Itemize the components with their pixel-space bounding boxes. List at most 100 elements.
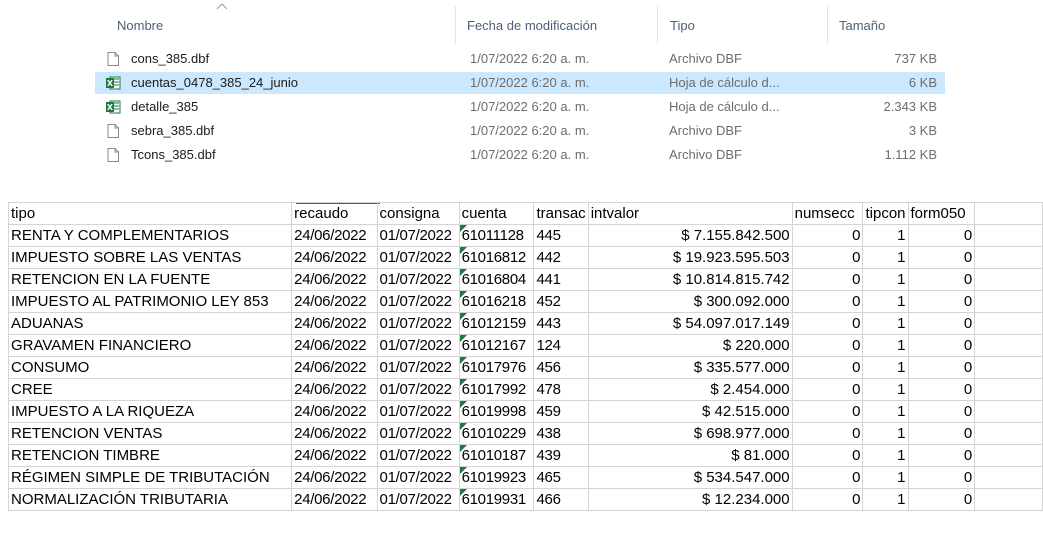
cell[interactable]: 24/06/2022 xyxy=(291,444,378,467)
cell[interactable]: 0 xyxy=(907,378,976,401)
cell[interactable]: 01/07/2022 xyxy=(376,268,460,291)
cell[interactable]: 0 xyxy=(791,290,864,313)
column-header-name[interactable]: Nombre xyxy=(117,18,163,33)
column-header-cell[interactable]: consigna xyxy=(376,202,460,225)
cell[interactable]: 1 xyxy=(862,466,909,489)
column-header-cell[interactable]: numsecc xyxy=(791,202,864,225)
cell[interactable]: 24/06/2022 xyxy=(291,378,378,401)
cell[interactable]: 0 xyxy=(907,400,976,423)
empty-cell[interactable] xyxy=(974,466,1043,489)
cell[interactable]: 445 xyxy=(533,224,589,247)
cell[interactable]: 1 xyxy=(862,268,909,291)
file-row[interactable]: Xcuentas_0478_385_24_junio 1/07/2022 6:20… xyxy=(95,72,945,94)
cell[interactable]: 01/07/2022 xyxy=(376,246,460,269)
cell[interactable]: $ 300.092.000 xyxy=(587,290,793,313)
cell[interactable]: RÉGIMEN SIMPLE DE TRIBUTACIÓN xyxy=(7,466,293,489)
empty-cell[interactable] xyxy=(974,224,1043,247)
empty-cell[interactable] xyxy=(974,202,1043,225)
cell[interactable]: RETENCION EN LA FUENTE xyxy=(7,268,293,291)
cell[interactable]: 24/06/2022 xyxy=(291,488,378,511)
cell[interactable]: 24/06/2022 xyxy=(291,356,378,379)
cell[interactable]: 443 xyxy=(533,312,589,335)
column-header-size[interactable]: Tamaño xyxy=(839,18,885,33)
cell[interactable]: IMPUESTO AL PATRIMONIO LEY 853 xyxy=(7,290,293,313)
cell[interactable]: 01/07/2022 xyxy=(376,466,460,489)
empty-cell[interactable] xyxy=(974,268,1043,291)
cell[interactable]: 0 xyxy=(907,246,976,269)
cell[interactable]: 0 xyxy=(791,378,864,401)
cell[interactable]: 01/07/2022 xyxy=(376,334,460,357)
cell[interactable]: 0 xyxy=(791,268,864,291)
cell[interactable]: 456 xyxy=(533,356,589,379)
empty-cell[interactable] xyxy=(974,400,1043,423)
cell[interactable]: 24/06/2022 xyxy=(291,290,378,313)
cell[interactable]: 466 xyxy=(533,488,589,511)
cell[interactable]: RENTA Y COMPLEMENTARIOS xyxy=(7,224,293,247)
cell[interactable]: $ 7.155.842.500 xyxy=(587,224,793,247)
cell[interactable]: 24/06/2022 xyxy=(291,466,378,489)
cell[interactable]: 439 xyxy=(533,444,589,467)
cell[interactable]: 1 xyxy=(862,444,909,467)
cell[interactable]: 1 xyxy=(862,400,909,423)
column-header-type[interactable]: Tipo xyxy=(670,18,695,33)
cell[interactable]: 478 xyxy=(533,378,589,401)
cell[interactable]: 442 xyxy=(533,246,589,269)
cell[interactable]: 61016804 xyxy=(458,268,535,291)
cell[interactable]: 24/06/2022 xyxy=(291,224,378,247)
cell[interactable]: $ 54.097.017.149 xyxy=(587,312,793,335)
cell[interactable]: 0 xyxy=(907,356,976,379)
cell[interactable]: 0 xyxy=(907,268,976,291)
cell[interactable]: 61016218 xyxy=(458,290,535,313)
file-row[interactable]: sebra_385.dbf 1/07/2022 6:20 a. m. Archivo… xyxy=(95,120,945,142)
cell[interactable]: NORMALIZACIÓN TRIBUTARIA xyxy=(7,488,293,511)
cell[interactable]: 441 xyxy=(533,268,589,291)
cell[interactable]: 0 xyxy=(791,422,864,445)
cell[interactable]: 0 xyxy=(791,400,864,423)
column-header-date[interactable]: Fecha de modificación xyxy=(467,18,597,33)
column-divider[interactable] xyxy=(455,6,456,44)
cell[interactable]: IMPUESTO A LA RIQUEZA xyxy=(7,400,293,423)
cell[interactable]: 61011128 xyxy=(458,224,535,247)
cell[interactable]: $ 698.977.000 xyxy=(587,422,793,445)
cell[interactable]: 01/07/2022 xyxy=(376,224,460,247)
cell[interactable]: 0 xyxy=(907,290,976,313)
column-header-cell[interactable]: recaudo xyxy=(291,202,378,225)
empty-cell[interactable] xyxy=(974,422,1043,445)
cell[interactable]: 61019931 xyxy=(458,488,535,511)
column-header-cell[interactable]: cuenta xyxy=(458,202,535,225)
cell[interactable]: 124 xyxy=(533,334,589,357)
column-header-cell[interactable]: form050 xyxy=(907,202,976,225)
cell[interactable]: 01/07/2022 xyxy=(376,444,460,467)
cell[interactable]: 01/07/2022 xyxy=(376,488,460,511)
column-header-cell[interactable]: transac xyxy=(533,202,589,225)
cell[interactable]: $ 42.515.000 xyxy=(587,400,793,423)
file-row[interactable]: Tcons_385.dbf 1/07/2022 6:20 a. m. Archivo… xyxy=(95,144,945,166)
cell[interactable]: 24/06/2022 xyxy=(291,312,378,335)
cell[interactable]: 465 xyxy=(533,466,589,489)
cell[interactable]: 0 xyxy=(791,312,864,335)
cell[interactable]: RETENCION TIMBRE xyxy=(7,444,293,467)
cell[interactable]: $ 220.000 xyxy=(587,334,793,357)
empty-cell[interactable] xyxy=(974,290,1043,313)
empty-cell[interactable] xyxy=(974,444,1043,467)
cell[interactable]: ADUANAS xyxy=(7,312,293,335)
cell[interactable]: $ 534.547.000 xyxy=(587,466,793,489)
cell[interactable]: $ 81.000 xyxy=(587,444,793,467)
cell[interactable]: 24/06/2022 xyxy=(291,400,378,423)
cell[interactable]: 0 xyxy=(907,334,976,357)
empty-cell[interactable] xyxy=(974,334,1043,357)
cell[interactable]: $ 335.577.000 xyxy=(587,356,793,379)
cell[interactable]: 61012159 xyxy=(458,312,535,335)
cell[interactable]: 0 xyxy=(791,356,864,379)
cell[interactable]: 1 xyxy=(862,224,909,247)
cell[interactable]: 01/07/2022 xyxy=(376,400,460,423)
cell[interactable]: IMPUESTO SOBRE LAS VENTAS xyxy=(7,246,293,269)
cell[interactable]: 1 xyxy=(862,312,909,335)
cell[interactable]: 61012167 xyxy=(458,334,535,357)
cell[interactable]: 459 xyxy=(533,400,589,423)
column-header-cell[interactable]: intvalor xyxy=(587,202,793,225)
cell[interactable]: 0 xyxy=(791,488,864,511)
cell[interactable]: 61010229 xyxy=(458,422,535,445)
cell[interactable]: 1 xyxy=(862,378,909,401)
cell[interactable]: 01/07/2022 xyxy=(376,378,460,401)
